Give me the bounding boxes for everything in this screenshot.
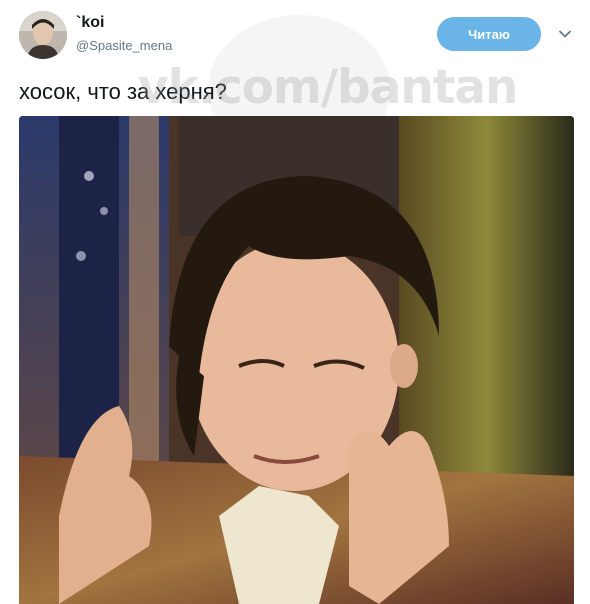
avatar[interactable] bbox=[19, 11, 67, 59]
author-name[interactable]: `koi bbox=[76, 14, 104, 32]
tweet-media-image[interactable] bbox=[19, 116, 574, 604]
follow-button[interactable]: Читаю bbox=[437, 17, 541, 51]
tweet-text: хосок, что за херня? bbox=[19, 79, 227, 104]
chevron-down-icon[interactable] bbox=[557, 26, 573, 42]
author-handle[interactable]: @Spasite_mena bbox=[76, 38, 172, 53]
